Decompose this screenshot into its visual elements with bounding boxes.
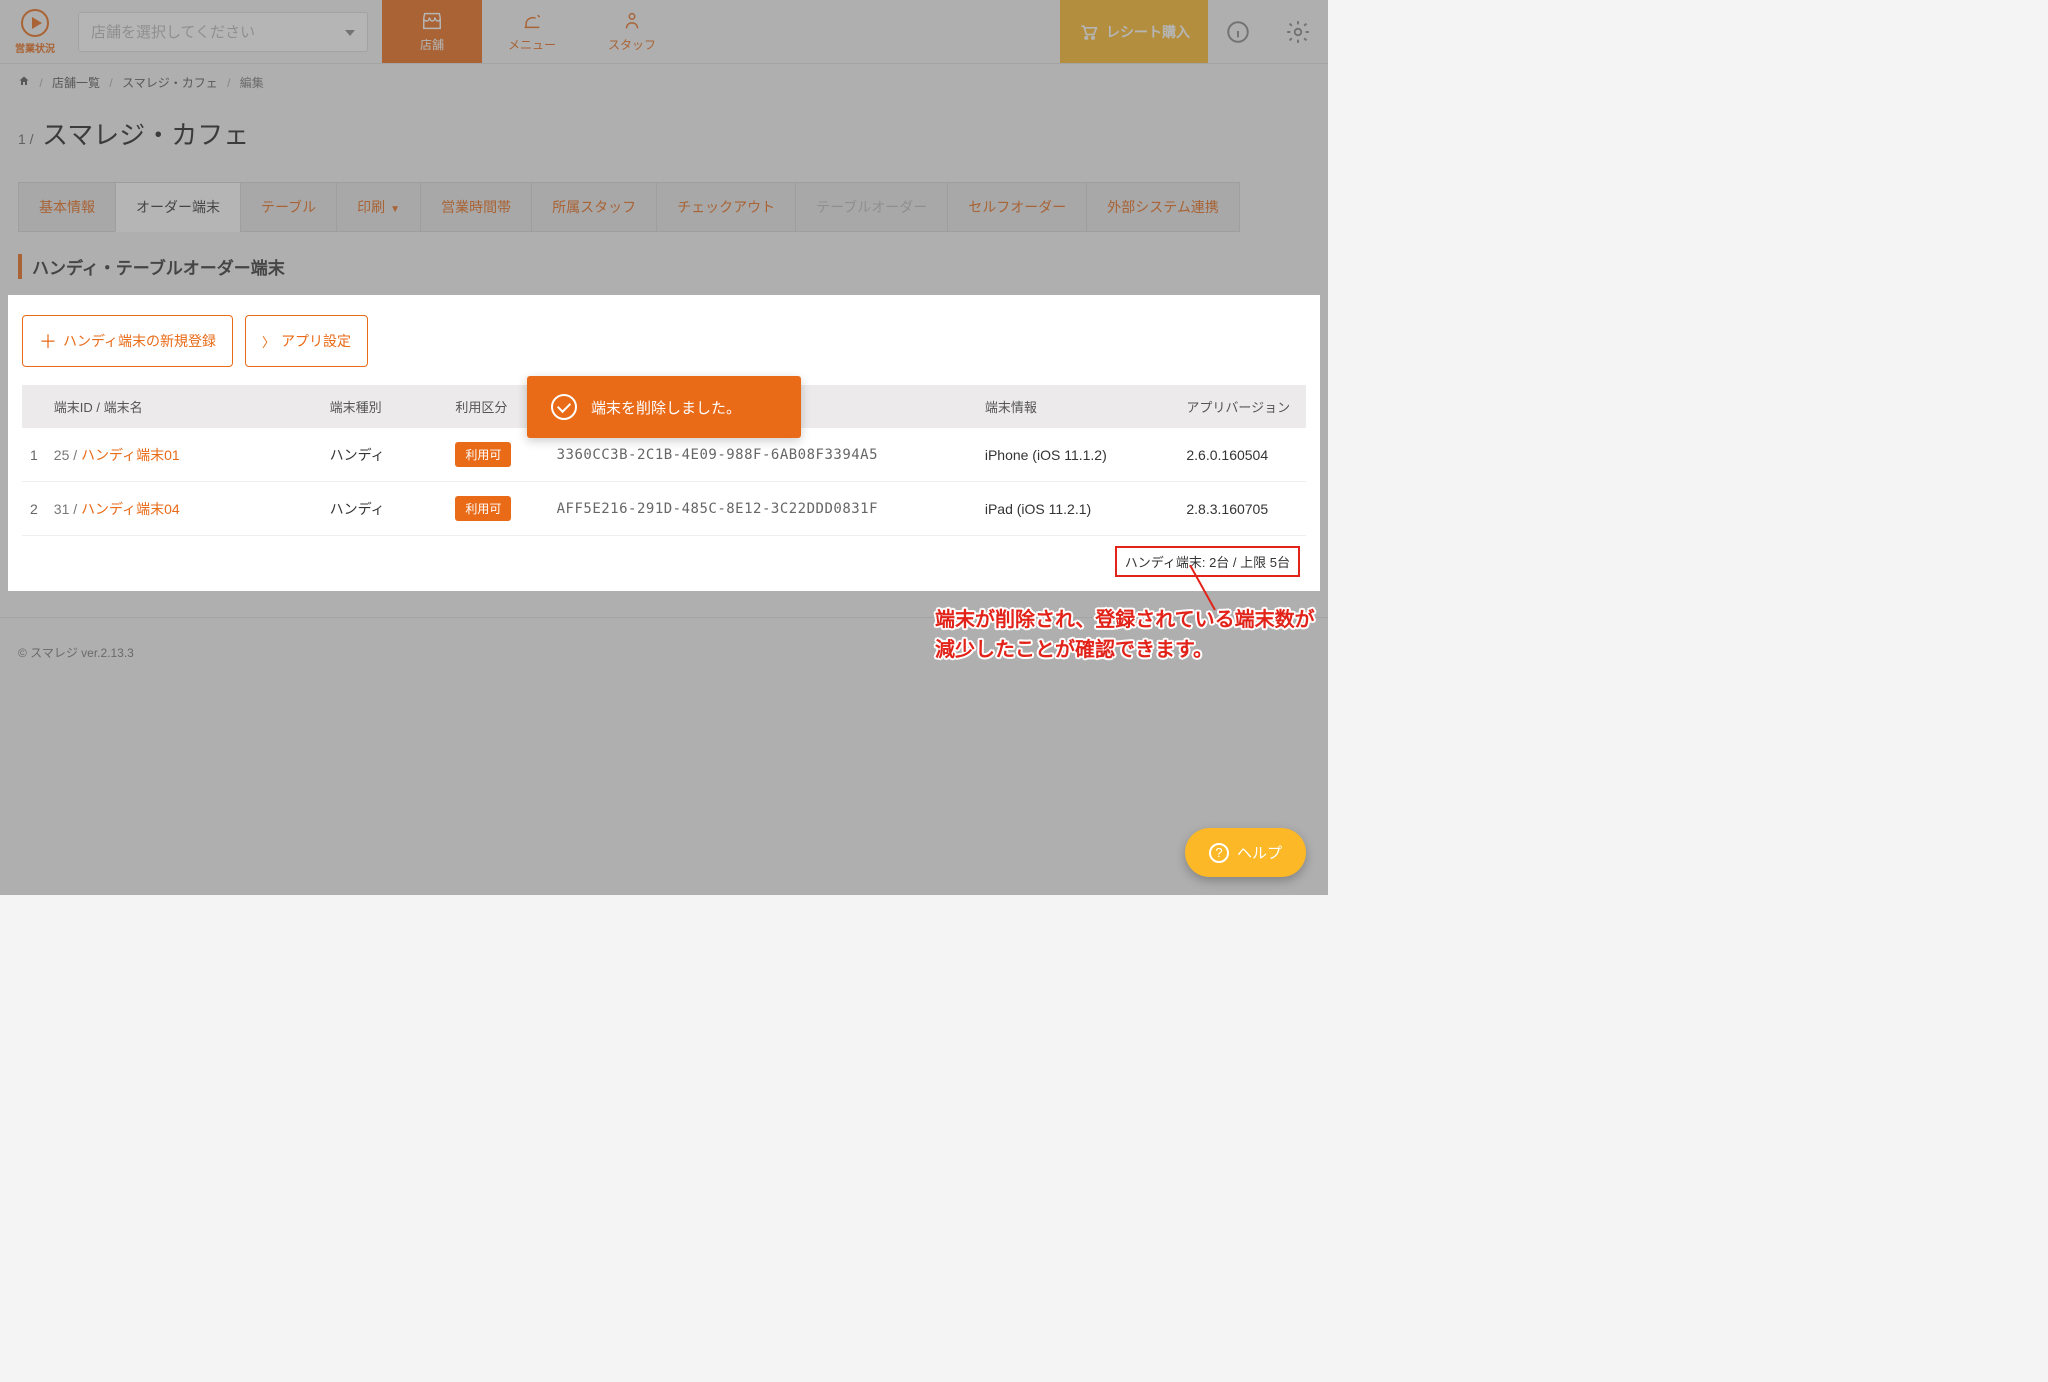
top-bar: 営業状況 店舗を選択してください 店舗 メニュー スタッフ レシート購入 (0, 0, 1328, 64)
row-info: iPhone (iOS 11.1.2) (977, 428, 1179, 482)
add-button-label: ハンディ端末の新規登録 (63, 331, 216, 351)
nav-staff-label: スタッフ (608, 36, 656, 53)
cart-icon (1078, 22, 1098, 42)
row-id-name: 25 / ハンディ端末01 (46, 428, 322, 482)
brand-status[interactable]: 営業状況 (0, 0, 70, 63)
help-label: ヘルプ (1237, 842, 1282, 863)
app-settings-button[interactable]: 〉 アプリ設定 (245, 315, 368, 367)
tab-1[interactable]: オーダー端末 (115, 182, 241, 232)
receipt-purchase-button[interactable]: レシート購入 (1060, 0, 1208, 63)
row-index: 2 (22, 482, 46, 536)
receipt-label: レシート購入 (1106, 22, 1190, 42)
row-index: 1 (22, 428, 46, 482)
nav-staff[interactable]: スタッフ (582, 0, 682, 63)
play-icon (21, 9, 49, 37)
settings-button[interactable] (1268, 0, 1328, 63)
right-tools: レシート購入 (1060, 0, 1328, 63)
page-title-row: 1 / スマレジ・カフェ (0, 101, 1328, 182)
tab-9[interactable]: 外部システム連携 (1086, 182, 1240, 232)
tab-7: テーブルオーダー (795, 182, 948, 232)
row-serial: AFF5E216-291D-485C-8E12-3C22DDD0831F (549, 482, 977, 536)
tab-2[interactable]: テーブル (240, 182, 337, 232)
tab-8[interactable]: セルフオーダー (947, 182, 1087, 232)
breadcrumb-stores[interactable]: 店舗一覧 (52, 76, 100, 90)
toast-deleted: 端末を削除しました。 (527, 376, 801, 438)
caret-icon: ▼ (390, 204, 400, 215)
brand-label: 営業状況 (15, 40, 55, 55)
staff-icon (618, 10, 646, 32)
store-icon (418, 10, 446, 32)
annotation-text: 端末が削除され、登録されている端末数が減少したことが確認できます。 (935, 605, 1315, 665)
breadcrumb-store-name[interactable]: スマレジ・カフェ (122, 76, 218, 90)
col-header-0: 端末ID / 端末名 (46, 385, 322, 428)
help-icon: ? (1209, 843, 1229, 863)
device-panel: ＋ ハンディ端末の新規登録 〉 アプリ設定 端末ID / 端末名端末種別利用区分… (8, 295, 1320, 591)
row-id-name: 31 / ハンディ端末04 (46, 482, 322, 536)
tab-5[interactable]: 所属スタッフ (531, 182, 657, 232)
tab-3[interactable]: 印刷▼ (336, 182, 421, 232)
breadcrumb-home[interactable] (18, 76, 33, 90)
toast-text: 端末を削除しました。 (591, 397, 741, 418)
col-header-5: アプリバージョン (1178, 385, 1306, 428)
check-icon (551, 394, 577, 420)
tab-0[interactable]: 基本情報 (18, 182, 116, 232)
col-header-4: 端末情報 (977, 385, 1179, 428)
nav-menu-label: メニュー (508, 36, 556, 53)
tabs: 基本情報オーダー端末テーブル印刷▼営業時間帯所属スタッフチェックアウトテーブルオ… (0, 182, 1328, 232)
home-icon (18, 75, 30, 87)
row-version: 2.8.3.160705 (1178, 482, 1306, 536)
nav-store[interactable]: 店舗 (382, 0, 482, 63)
main-nav: 店舗 メニュー スタッフ (382, 0, 682, 63)
breadcrumb: / 店舗一覧 / スマレジ・カフェ / 編集 (0, 64, 1328, 101)
col-header-1: 端末種別 (322, 385, 448, 428)
page-title-prefix: 1 / (18, 131, 34, 147)
gear-icon (1285, 19, 1311, 45)
row-type: ハンディ (322, 428, 448, 482)
breadcrumb-current: 編集 (240, 76, 264, 90)
menu-icon (518, 10, 546, 32)
nav-store-label: 店舗 (420, 36, 444, 53)
table-row[interactable]: 231 / ハンディ端末04ハンディ利用可AFF5E216-291D-485C-… (22, 482, 1306, 536)
store-select[interactable]: 店舗を選択してください (78, 12, 368, 52)
info-icon (1225, 19, 1251, 45)
add-handy-terminal-button[interactable]: ＋ ハンディ端末の新規登録 (22, 315, 233, 367)
section-heading: ハンディ・テーブルオーダー端末 (18, 254, 1310, 279)
info-button[interactable] (1208, 0, 1268, 63)
row-type: ハンディ (322, 482, 448, 536)
tab-6[interactable]: チェックアウト (656, 182, 796, 232)
app-settings-label: アプリ設定 (281, 331, 351, 351)
row-status: 利用可 (447, 482, 548, 536)
page-title: スマレジ・カフェ (42, 120, 249, 150)
tab-4[interactable]: 営業時間帯 (420, 182, 532, 232)
chevron-right-icon: 〉 (262, 332, 275, 351)
plus-icon: ＋ (39, 328, 57, 354)
nav-menu[interactable]: メニュー (482, 0, 582, 63)
row-version: 2.6.0.160504 (1178, 428, 1306, 482)
help-button[interactable]: ? ヘルプ (1185, 828, 1306, 877)
row-info: iPad (iOS 11.2.1) (977, 482, 1179, 536)
